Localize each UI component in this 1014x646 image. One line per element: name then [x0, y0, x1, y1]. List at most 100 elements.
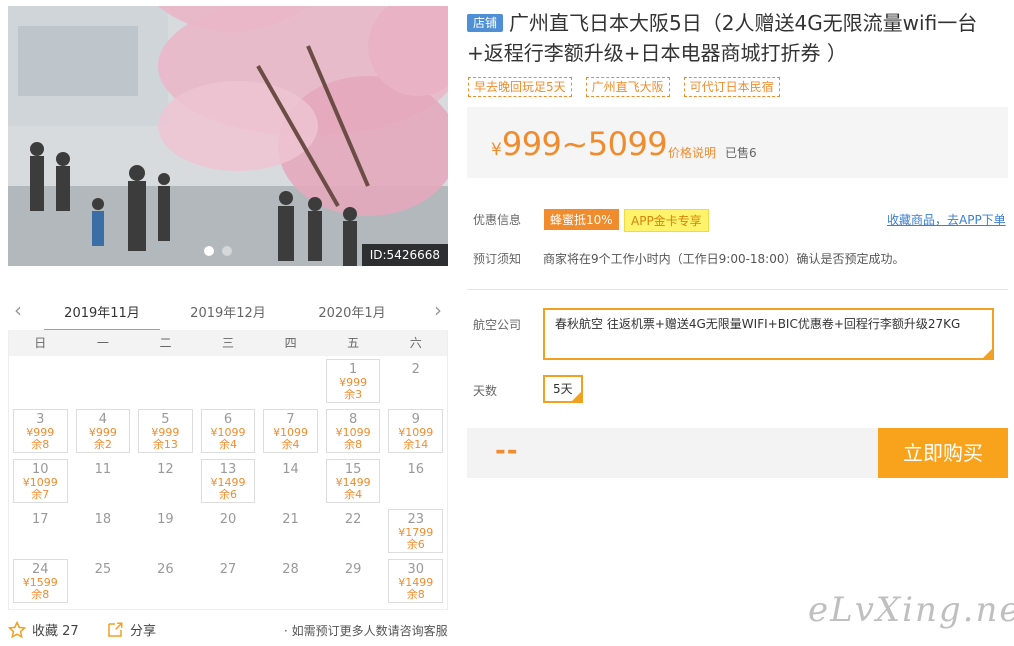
site-watermark: eLvXing.net — [808, 590, 1014, 630]
day-number: 5 — [161, 412, 170, 427]
calendar-day[interactable]: 15 ¥1499 余4 — [325, 459, 381, 503]
calendar-day[interactable]: 24 ¥1599 余8 — [13, 559, 68, 603]
day-number: 16 — [407, 462, 424, 477]
calendar-day[interactable]: 8 ¥1099 余8 — [325, 409, 381, 453]
cherry-blossom-image — [8, 6, 448, 266]
price-box: ¥999~5099 价格说明 已售6 — [467, 107, 1008, 178]
calendar-day[interactable]: 13 ¥1499 余6 — [200, 459, 256, 503]
day-number: 17 — [32, 512, 49, 527]
day-number: 2 — [411, 362, 420, 377]
feature-tag: 广州直飞大阪 — [585, 77, 670, 97]
calendar-day[interactable]: 7 ¥1099 余4 — [263, 409, 318, 453]
calendar-day: 16 — [384, 456, 447, 506]
calendar-empty — [197, 356, 260, 406]
tab-month-3[interactable]: 2020年1月 — [302, 302, 402, 321]
calendar-empty — [259, 356, 322, 406]
tab-month-2[interactable]: 2019年12月 — [178, 302, 278, 321]
calendar-day: 17 — [9, 506, 72, 556]
carousel-dots — [204, 246, 232, 256]
booking-notice: 商家将在9个工作小时内（工作日9:00-18:00）确认是否预定成功。 — [543, 252, 905, 266]
day-number: 15 — [344, 462, 362, 477]
airline-option-selected[interactable]: 春秋航空 往返机票+赠送4G无限量WIFI+BIC优惠卷+回程行李额升级27KG — [543, 308, 994, 360]
date-calendar: 日 一 二 三 四 五 六 1 ¥999 余3 2 3 ¥999 余8 4 ¥999 余2 5 ¥99… — [8, 330, 448, 610]
app-gold-card-badge: APP金卡专享 — [624, 209, 709, 232]
calendar-day: 27 — [197, 556, 260, 606]
prev-month-button[interactable]: ‹ — [14, 300, 22, 320]
share-button[interactable]: 分享 — [106, 620, 156, 639]
day-number: 1 — [348, 362, 358, 377]
day-number: 11 — [94, 462, 112, 477]
day-stock: 余6 — [406, 538, 425, 551]
day-number: 29 — [344, 562, 362, 577]
days-label: 天数 — [473, 384, 498, 398]
day-number: 21 — [282, 512, 299, 527]
day-number: 25 — [94, 562, 112, 577]
weekday-wed: 三 — [222, 336, 235, 350]
share-icon — [108, 622, 123, 637]
day-stock: 余2 — [93, 438, 112, 451]
calendar-day[interactable]: 30 ¥1499 余8 — [388, 559, 443, 603]
calendar-day[interactable]: 9 ¥1099 余14 — [388, 409, 443, 453]
calendar-day-grid: 1 ¥999 余3 2 3 ¥999 余8 4 ¥999 余2 5 ¥999 余13 6 ¥1099 余4 7 ¥… — [9, 356, 447, 606]
day-number: 14 — [282, 462, 299, 477]
price-range: ¥999~5099 — [491, 125, 668, 163]
day-stock: 余3 — [344, 388, 363, 401]
day-stock: 余8 — [31, 438, 50, 451]
next-month-button[interactable]: › — [434, 300, 442, 320]
day-number: 26 — [157, 562, 174, 577]
carousel-dot-2[interactable] — [222, 246, 232, 256]
airline-label: 航空公司 — [473, 318, 522, 332]
day-number: 7 — [286, 412, 295, 427]
day-number: 13 — [219, 462, 237, 477]
weekday-thu: 四 — [284, 336, 297, 350]
share-label: 分享 — [130, 624, 157, 639]
product-title: 广州直飞日本大阪5日（2人赠送4G无限流量wifi一台+返程行李额升级+日本电器… — [467, 11, 978, 65]
weekday-sun: 日 — [34, 336, 47, 350]
calendar-month-nav: ‹ 2019年11月 2019年12月 2020年1月 › — [8, 294, 448, 331]
currency-symbol: ¥ — [491, 140, 502, 160]
calendar-day: 12 — [134, 456, 197, 506]
buy-bar: -- 立即购买 — [467, 428, 1008, 478]
product-photo[interactable]: ID:5426668 — [8, 6, 448, 266]
calendar-day[interactable]: 1 ¥999 余3 — [325, 359, 381, 403]
day-stock: 余8 — [406, 588, 425, 601]
calendar-day[interactable]: 5 ¥999 余13 — [138, 409, 193, 453]
weekday-sat: 六 — [409, 336, 422, 350]
day-number: 10 — [32, 462, 49, 477]
days-option-selected[interactable]: 5天 — [543, 375, 583, 403]
calendar-day: 26 — [134, 556, 197, 606]
divider — [467, 289, 1008, 290]
day-number: 4 — [98, 412, 107, 427]
tab-month-1[interactable]: 2019年11月 — [44, 302, 160, 331]
day-number: 20 — [219, 512, 237, 527]
feature-tags: 早去晚回玩足5天 广州直飞大阪 可代订日本民宿 — [468, 77, 780, 97]
booking-label: 预订须知 — [473, 252, 522, 266]
day-number: 28 — [282, 562, 299, 577]
feature-tag: 早去晚回玩足5天 — [468, 77, 572, 97]
app-order-link[interactable]: 收藏商品，去APP下单 — [887, 211, 1006, 228]
calendar-day[interactable]: 10 ¥1099 余7 — [13, 459, 68, 503]
shop-tag[interactable]: 店铺 — [467, 14, 504, 32]
day-number: 24 — [32, 562, 49, 577]
day-number: 23 — [407, 512, 424, 527]
calendar-empty — [9, 356, 72, 406]
buy-now-button[interactable]: 立即购买 — [878, 428, 1008, 478]
carousel-dot-1[interactable] — [204, 246, 214, 256]
calendar-day[interactable]: 6 ¥1099 余4 — [200, 409, 256, 453]
calendar-day[interactable]: 4 ¥999 余2 — [75, 409, 131, 453]
day-stock: 余13 — [152, 438, 178, 451]
honey-discount-badge: 蜂蜜抵10% — [544, 209, 619, 230]
day-number: 3 — [36, 412, 45, 427]
calendar-empty — [72, 356, 135, 406]
feature-tag: 可代订日本民宿 — [683, 77, 780, 97]
calendar-day: 29 — [322, 556, 385, 606]
weekday-header: 日 一 二 三 四 五 六 — [9, 330, 447, 356]
calendar-day[interactable]: 23 ¥1799 余6 — [388, 509, 443, 553]
calendar-day[interactable]: 3 ¥999 余8 — [13, 409, 68, 453]
favorite-button[interactable]: 收藏 27 — [8, 620, 79, 639]
day-number: 30 — [407, 562, 424, 577]
calendar-day: 21 — [259, 506, 322, 556]
price-explanation-link[interactable]: 价格说明 — [668, 144, 716, 161]
day-stock: 余4 — [344, 488, 363, 501]
calendar-empty — [134, 356, 197, 406]
